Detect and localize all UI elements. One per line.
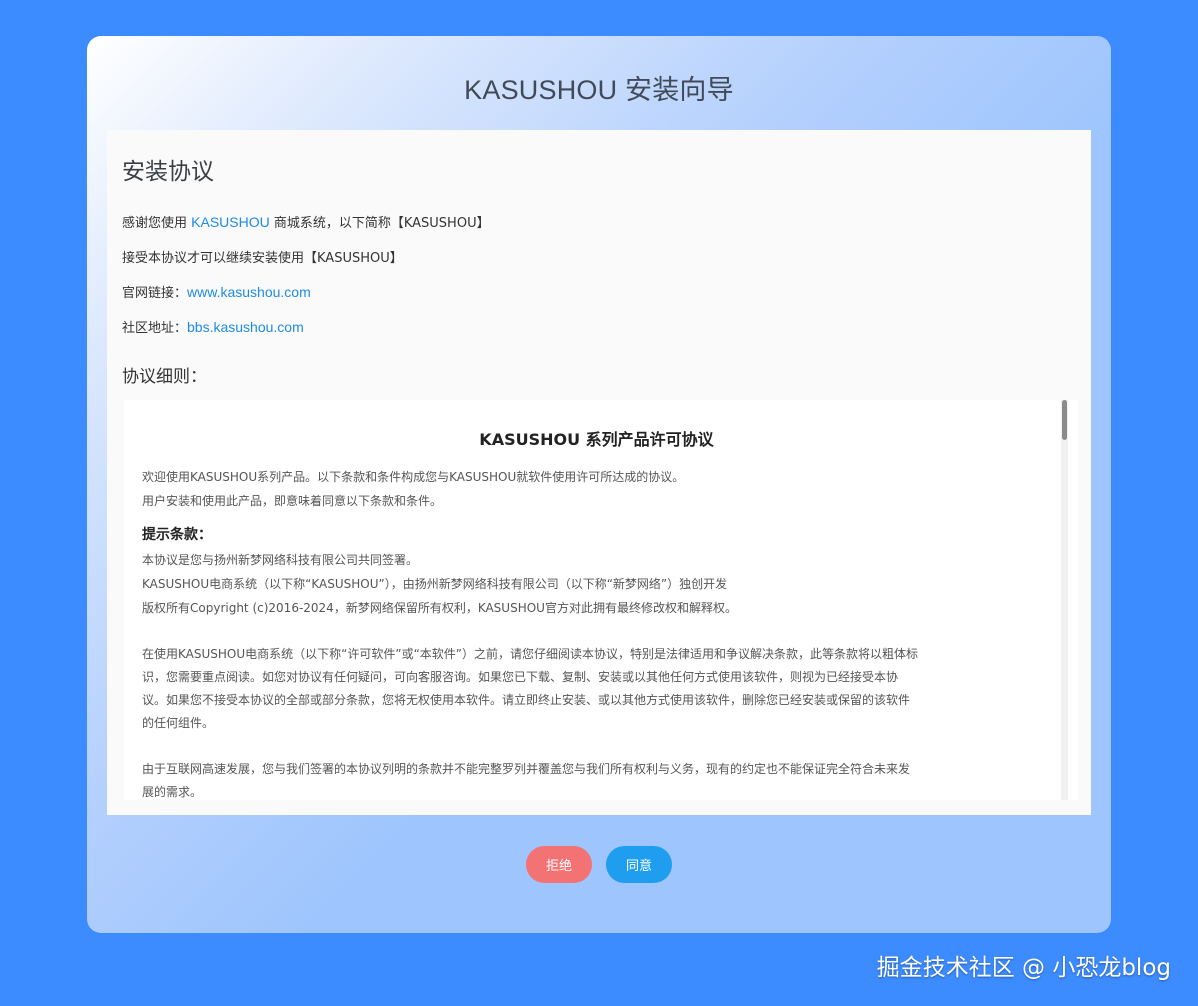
intro-prefix: 感谢您使用 [122,216,192,231]
accept-line: 接受本协议才可以继续安装使用【KASUSHOU】 [122,251,403,266]
para1-line-2: 识，您需要重点阅读。如您对协议有任何疑问，可向客服咨询。如果您已下载、复制、安装… [142,670,899,684]
website-label: 官网链接： [122,286,188,301]
welcome-line-2: 用户安装和使用此产品，即意味着同意以下条款和条件。 [142,494,443,508]
para2-line-2: 展的需求。 [142,785,203,799]
para1-line-3: 议。如果您不接受本协议的全部或部分条款，您将无权使用本软件。请立即终止安装、或以… [142,693,911,707]
scrollbar-thumb[interactable] [1062,400,1067,440]
welcome-line-1: 欢迎使用KASUSHOU系列产品。以下条款和条件构成您与KASUSHOU就软件使… [142,470,685,484]
notice-line-3: 版权所有Copyright (c)2016-2024，新梦网络保留所有权利，KA… [142,601,737,615]
agreement-scroll-box[interactable]: KASUSHOU 系列产品许可协议 欢迎使用KASUSHOU系列产品。以下条款和… [124,400,1078,800]
reject-button[interactable]: 拒绝 [526,846,592,883]
community-link[interactable]: bbs.kasushou.com [187,319,304,335]
para1-line-4: 的任何组件。 [142,716,215,730]
notice-line-2: KASUSHOU电商系统（以下称“KASUSHOU”），由扬州新梦网络科技有限公… [142,577,728,591]
website-line: 官网链接：www.kasushou.com [122,282,311,301]
para2-line-1: 由于互联网高速发展，您与我们签署的本协议列明的条款并不能完整罗列并覆盖您与我们所… [142,762,911,776]
installer-card: KASUSHOU 安装向导 安装协议 感谢您使用 KASUSHOU 商城系统，以… [87,36,1111,933]
agreement-panel: 安装协议 感谢您使用 KASUSHOU 商城系统，以下简称【KASUSHOU】 … [107,130,1091,815]
details-title: 协议细则： [122,367,207,387]
intro-suffix: 商城系统，以下简称【KASUSHOU】 [269,216,490,231]
intro-line: 感谢您使用 KASUSHOU 商城系统，以下简称【KASUSHOU】 [122,212,490,231]
scrollbar-track[interactable] [1061,400,1068,800]
kasushou-link[interactable]: KASUSHOU [191,214,270,230]
agree-button[interactable]: 同意 [606,846,672,883]
community-label: 社区地址： [122,321,188,336]
para1-line-1: 在使用KASUSHOU电商系统（以下称“许可软件”或“本软件”）之前，请您仔细阅… [142,647,919,661]
website-link[interactable]: www.kasushou.com [187,284,311,300]
agreement-title: KASUSHOU 系列产品许可协议 [479,430,714,449]
community-line: 社区地址：bbs.kasushou.com [122,317,304,336]
notice-title: 提示条款： [142,527,212,543]
watermark: 掘金技术社区 @ 小恐龙blog [876,955,1171,981]
notice-line-1: 本协议是您与扬州新梦网络科技有限公司共同签署。 [142,553,419,567]
wizard-title: KASUSHOU 安装向导 [464,75,734,105]
panel-title: 安装协议 [122,159,214,185]
